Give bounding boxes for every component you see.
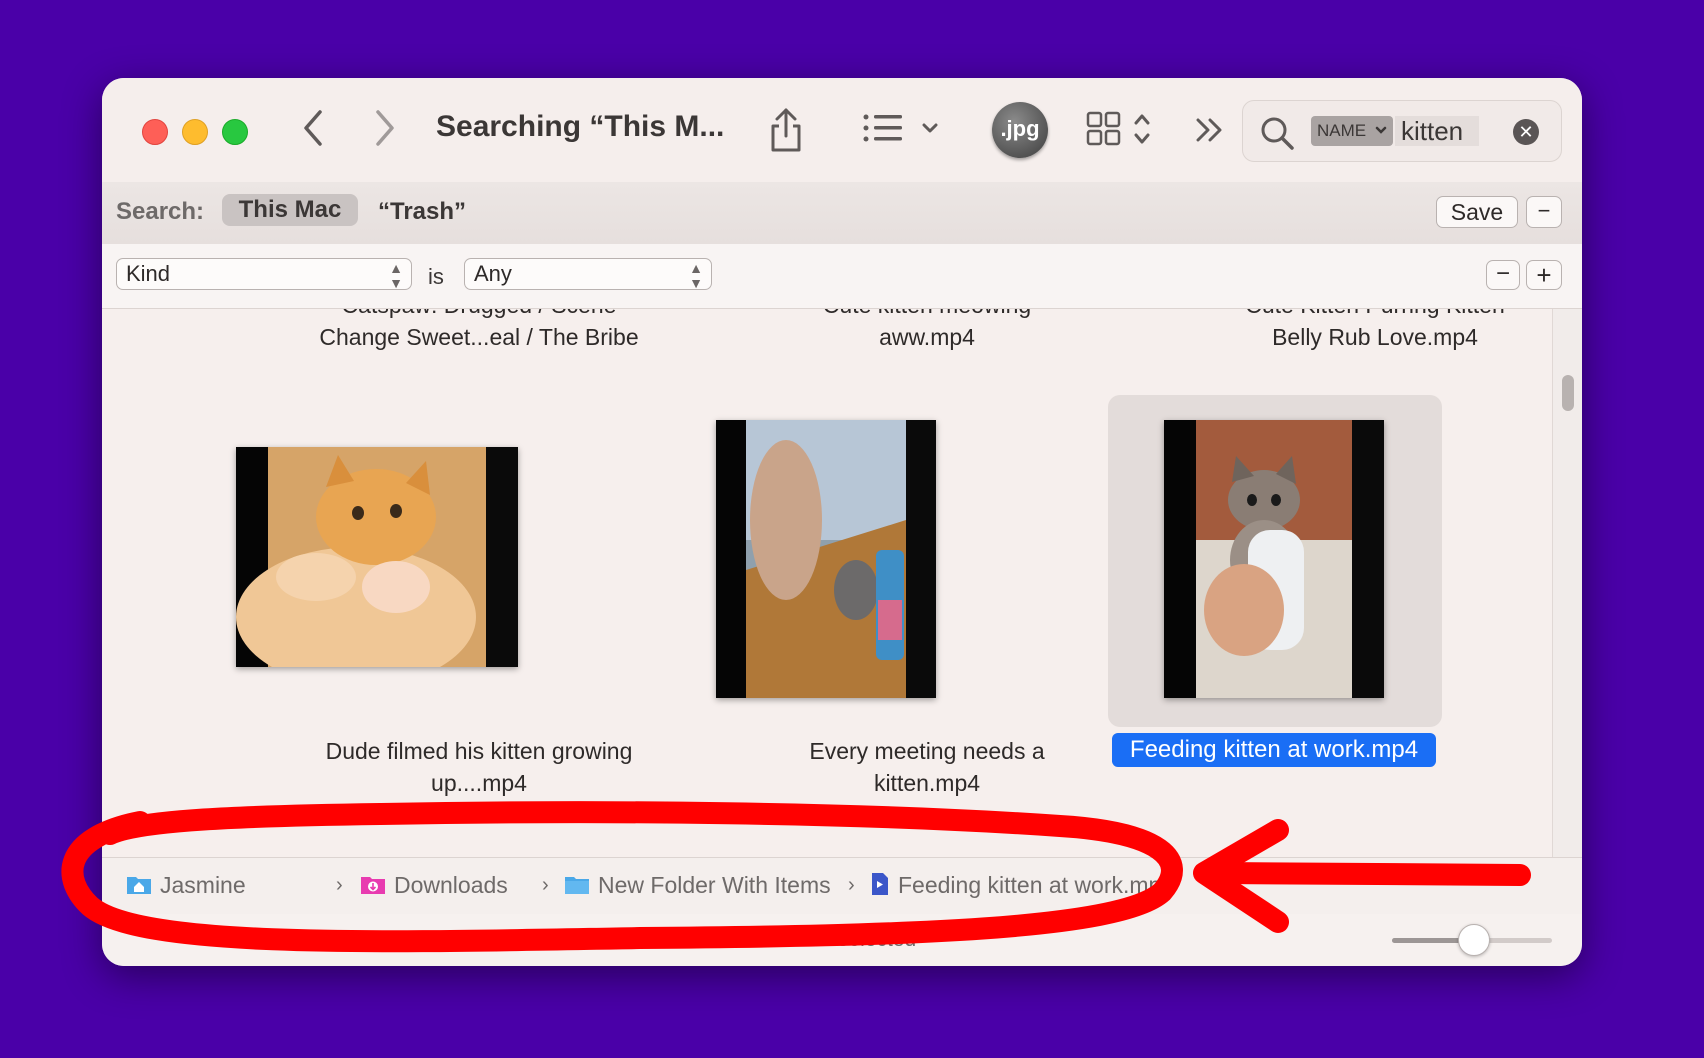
search-scope-bar: Search: This Mac “Trash” Save − [102,182,1582,245]
video-thumbnail[interactable] [236,447,518,667]
chevron-down-icon [1375,116,1387,156]
file-item-dude-filmed[interactable]: Dude filmed his kitten growing up....mp4 [269,735,689,799]
minimize-window-button[interactable] [182,119,208,145]
path-item-label: Feeding kitten at work.mp4 [898,872,1175,899]
gallery-grid-icon[interactable] [1086,110,1156,155]
path-item-jasmine[interactable]: Jasmine [126,872,246,901]
remove-scope-button[interactable]: − [1526,196,1562,228]
file-name-line: kitten.mp4 [873,770,981,796]
video-thumbnail[interactable] [716,420,936,698]
path-item-label: New Folder With Items [598,872,831,898]
chevron-right-icon[interactable] [372,108,398,153]
file-item-cute-kitten-purring[interactable]: Cute Kitten Purring Kitten Belly Rub Lov… [1165,309,1552,353]
file-name-line: aww.mp4 [879,324,975,350]
folder-icon [564,873,590,901]
path-item-downloads[interactable]: Downloads [360,872,508,901]
file-item-catspaw[interactable]: Catspaw: Drugged / Scene Change Sweet...… [269,309,689,353]
add-criterion-button[interactable]: + [1526,260,1562,290]
scope-label: Search: [116,198,205,225]
scope-trash-button[interactable]: “Trash” [378,198,466,226]
path-separator: › [336,874,343,896]
video-thumbnail[interactable] [1164,420,1384,698]
path-item-new-folder[interactable]: New Folder With Items [564,872,831,901]
scroll-thumb[interactable] [1562,375,1574,411]
file-name-line: Change Sweet...eal / The Bribe [319,324,639,350]
attribute-value: Kind [126,261,171,286]
path-item-feeding-kitten[interactable]: Feeding kitten at work.mp4 [870,872,1174,902]
search-icon [1259,115,1295,156]
attribute-popup[interactable]: Kind ▲ ▼ [116,258,412,291]
remove-criterion-button[interactable]: − [1486,260,1520,290]
file-name-line: Dude filmed his kitten growing [325,738,633,764]
status-bar: 1 of 75 selected [102,914,1582,966]
finder-window: Searching “This M... .jpg NAME kitten ✕ … [102,78,1582,966]
search-token-name[interactable]: NAME [1311,116,1393,146]
file-name-line: Every meeting needs a [809,738,1045,764]
close-window-button[interactable] [142,119,168,145]
file-item-feeding-kitten-selected[interactable]: Feeding kitten at work.mp4 [1112,733,1436,767]
path-separator: › [542,874,549,896]
save-search-button[interactable]: Save [1436,196,1518,228]
path-separator: › [848,874,855,896]
popup-arrows-icon: ▲ ▼ [389,260,403,291]
search-criteria-row: Kind ▲ ▼ is Any ▲ ▼ − + [102,244,1582,309]
path-item-label: Jasmine [160,872,246,898]
downloads-folder-icon [360,873,386,901]
file-name-line: Cute kitten meowing [717,309,1137,321]
jpg-badge[interactable]: .jpg [992,102,1048,158]
scope-this-mac-button[interactable]: This Mac [222,194,358,226]
file-item-every-meeting[interactable]: Every meeting needs a kitten.mp4 [717,735,1137,799]
vertical-scrollbar[interactable] [1552,309,1582,857]
file-name-line: up....mp4 [431,770,527,796]
share-icon[interactable] [766,106,806,159]
clear-search-icon[interactable]: ✕ [1513,119,1539,145]
zoom-window-button[interactable] [222,119,248,145]
chevron-left-icon[interactable] [300,108,326,153]
search-token-label: NAME [1317,121,1367,140]
file-name-line: Catspaw: Drugged / Scene [269,309,689,321]
file-item-cute-kitten-meowing[interactable]: Cute kitten meowing aww.mp4 [717,309,1137,353]
video-file-icon [870,872,890,902]
value-text: Any [474,261,512,286]
popup-arrows-icon: ▲ ▼ [689,260,703,291]
toolbar: Searching “This M... .jpg NAME kitten ✕ [102,78,1582,183]
list-view-icon[interactable] [862,112,942,151]
home-folder-icon [126,873,152,901]
results-icon-grid: Catspaw: Drugged / Scene Change Sweet...… [102,309,1552,857]
path-bar: Jasmine › Downloads › New Folder With It… [102,857,1582,915]
value-popup[interactable]: Any ▲ ▼ [464,258,712,291]
slider-knob[interactable] [1458,924,1490,956]
file-name-line: Belly Rub Love.mp4 [1272,324,1478,350]
path-item-label: Downloads [394,872,508,898]
file-name-line: Cute Kitten Purring Kitten [1165,309,1552,321]
window-title: Searching “This M... [436,110,725,143]
chevrons-right-icon[interactable] [1194,116,1228,149]
search-input[interactable]: kitten [1395,116,1479,146]
operator-label: is [428,264,444,289]
search-field[interactable]: NAME kitten ✕ [1242,100,1562,162]
selection-status: 1 of 75 selected [767,928,917,951]
